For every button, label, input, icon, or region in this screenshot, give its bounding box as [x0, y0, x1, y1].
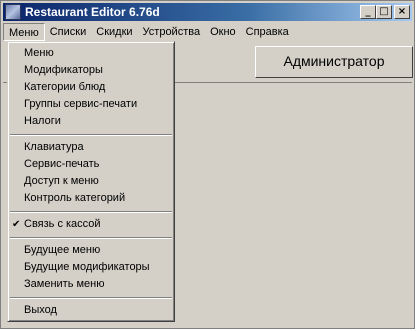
minimize-button[interactable]: _ [360, 5, 376, 19]
dropdown-item-menu[interactable]: Меню [8, 45, 174, 62]
dropdown-item-cash-link[interactable]: ✔ Связь с кассой [8, 216, 174, 233]
menu-lists[interactable]: Списки [45, 23, 92, 41]
menu-separator [8, 130, 174, 139]
dropdown-item-category-control[interactable]: Контроль категорий [8, 190, 174, 207]
dropdown-item-label: Связь с кассой [24, 218, 101, 230]
checkmark-icon: ✔ [12, 219, 21, 230]
menu-separator [8, 293, 174, 302]
app-window: Restaurant Editor 6.76d _ □ × Меню Списк… [0, 0, 415, 329]
user-button[interactable]: Администратор [255, 46, 413, 78]
dropdown-item-keyboard[interactable]: Клавиатура [8, 139, 174, 156]
dropdown-item-future-menu[interactable]: Будущее меню [8, 242, 174, 259]
dropdown-item-service-print[interactable]: Сервис-печать [8, 156, 174, 173]
dropdown-item-exit[interactable]: Выход [8, 302, 174, 319]
title-bar[interactable]: Restaurant Editor 6.76d _ □ × [3, 3, 412, 21]
window-title: Restaurant Editor 6.76d [25, 5, 160, 19]
dropdown-item-replace-menu[interactable]: Заменить меню [8, 276, 174, 293]
menu-separator [8, 233, 174, 242]
app-icon[interactable] [5, 4, 21, 20]
dropdown-item-future-modifiers[interactable]: Будущие модификаторы [8, 259, 174, 276]
dropdown-item-dish-categories[interactable]: Категории блюд [8, 79, 174, 96]
dropdown-item-service-print-groups[interactable]: Группы сервис-печати [8, 96, 174, 113]
dropdown-item-menu-access[interactable]: Доступ к меню [8, 173, 174, 190]
dropdown-item-modifiers[interactable]: Модификаторы [8, 62, 174, 79]
menu-discounts[interactable]: Скидки [91, 23, 137, 41]
maximize-button[interactable]: □ [376, 5, 392, 19]
menu-devices[interactable]: Устройства [138, 23, 206, 41]
menu-separator [8, 207, 174, 216]
menu-menu[interactable]: Меню [3, 22, 45, 41]
dropdown-item-taxes[interactable]: Налоги [8, 113, 174, 130]
menu-window[interactable]: Окно [205, 23, 241, 41]
window-controls: _ □ × [360, 5, 410, 19]
menu-bar: Меню Списки Скидки Устройства Окно Справ… [3, 22, 412, 41]
menu-dropdown: Меню Модификаторы Категории блюд Группы … [7, 41, 175, 322]
close-button[interactable]: × [394, 5, 410, 19]
menu-help[interactable]: Справка [241, 23, 294, 41]
